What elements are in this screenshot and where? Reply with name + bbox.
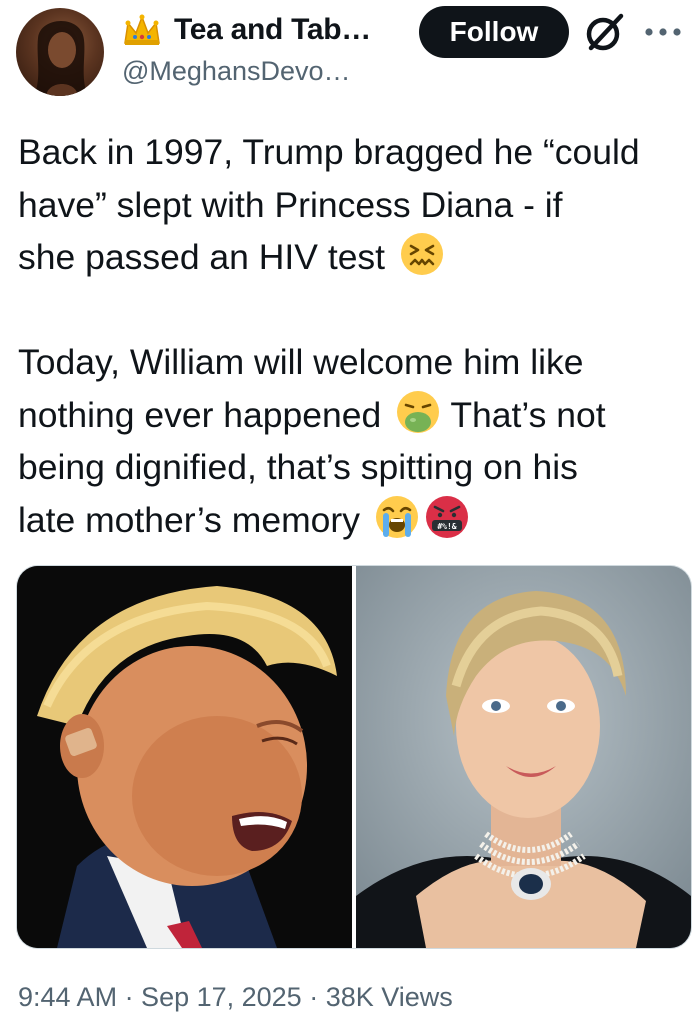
tweet-timestamp[interactable]: 9:44 AM · Sep 17, 2025 · 38K Views — [18, 982, 453, 1013]
tweet-line: Back in 1997, Trump bragged he “could — [18, 132, 640, 172]
follow-button[interactable]: Follow — [419, 6, 569, 58]
tweet-line: Today, William will welcome him like — [18, 342, 584, 382]
crown-icon — [124, 14, 160, 45]
tweet-line-text: nothing ever happened — [18, 394, 382, 435]
tweet-header: Tea and Tab… @MeghansDevo… Follow — [0, 0, 692, 110]
tweet-line: being dignified, that’s spitting on his — [18, 447, 578, 487]
cursing-face-icon: #%!& — [425, 495, 468, 538]
more-dots-icon[interactable] — [642, 18, 684, 46]
author-display-name[interactable]: Tea and Tab… — [174, 13, 371, 47]
author-avatar[interactable] — [16, 8, 104, 96]
tweet-body: Back in 1997, Trump bragged he “could ha… — [18, 126, 690, 546]
media-photo-right[interactable] — [356, 566, 691, 948]
tweet-line-text: That’s not — [450, 394, 606, 435]
vomiting-face-icon — [397, 390, 440, 433]
tweet-media[interactable] — [16, 565, 692, 949]
grok-icon[interactable] — [583, 10, 627, 54]
tweet-line-text: she passed an HIV test — [18, 237, 386, 277]
svg-text:#%!&: #%!& — [437, 522, 456, 531]
author-name-row[interactable]: Tea and Tab… — [122, 10, 371, 50]
tweet-line: have” slept with Princess Diana - if — [18, 184, 563, 225]
tweet-line: late mother’s memory #%!& — [18, 494, 690, 547]
tweet-line-text: late mother’s memory — [18, 499, 360, 540]
confounded-face-icon — [400, 233, 443, 275]
tweet-line: nothing ever happened That’s not — [18, 389, 690, 442]
crying-face-icon — [375, 495, 418, 538]
tweet-line: she passed an HIV test — [18, 231, 690, 284]
media-photo-left[interactable] — [17, 566, 352, 948]
author-handle[interactable]: @MeghansDevo… — [122, 56, 351, 87]
